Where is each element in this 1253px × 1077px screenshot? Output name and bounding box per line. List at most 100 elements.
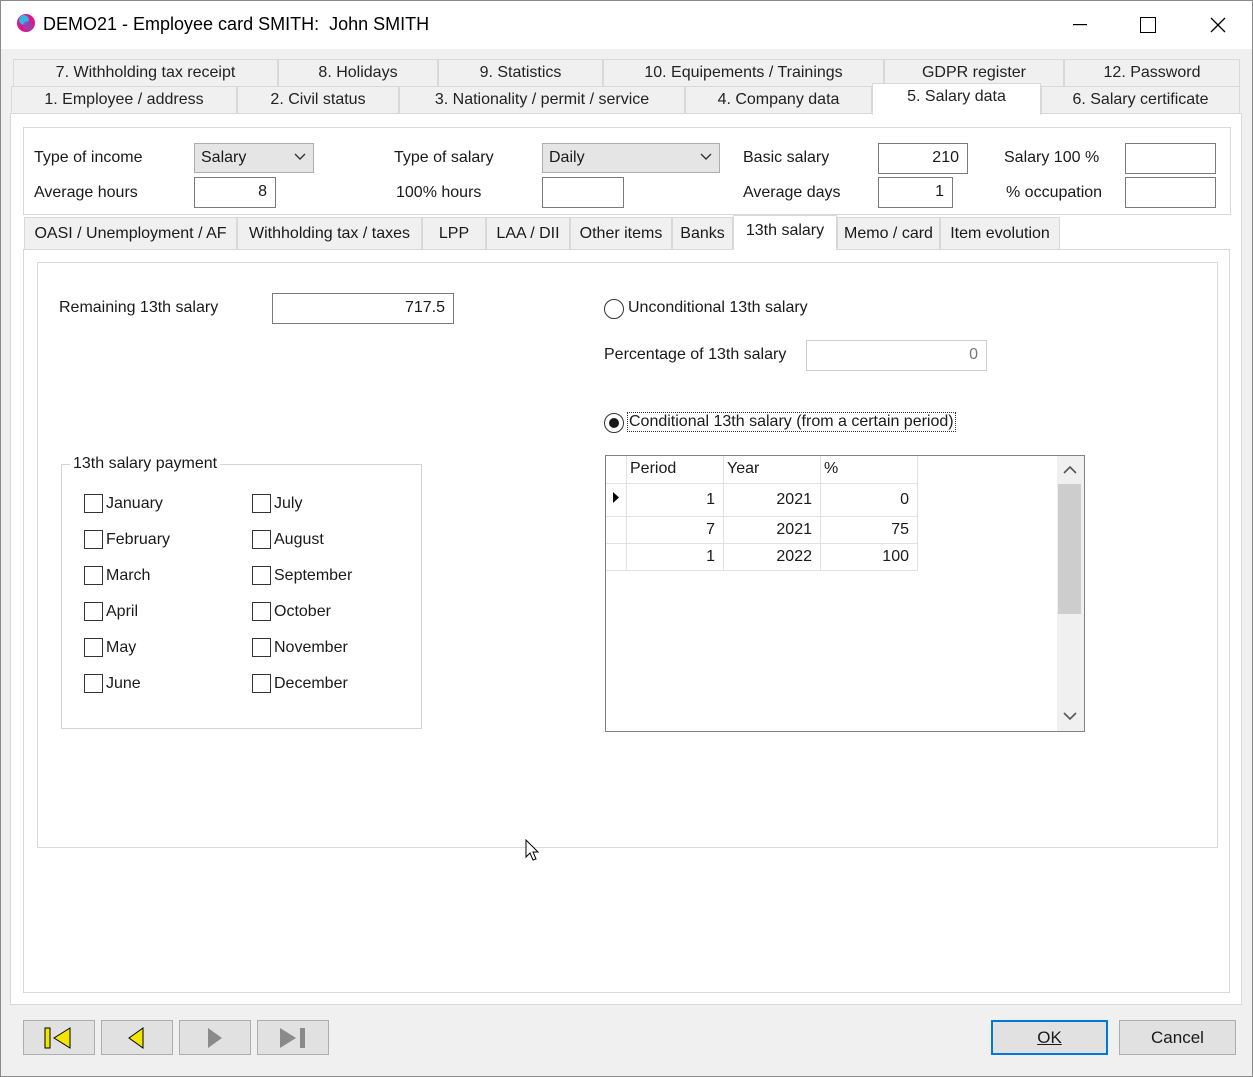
- next-record-button[interactable]: [179, 1020, 251, 1055]
- checkbox-box[interactable]: [252, 494, 271, 513]
- type-of-salary-select[interactable]: Daily: [542, 143, 720, 173]
- tab-equipements-trainings[interactable]: 10. Equipements / Trainings: [603, 59, 884, 86]
- column-year-header[interactable]: Year: [723, 456, 821, 484]
- subtab-laa-dii[interactable]: LAA / DII: [486, 217, 570, 249]
- type-of-income-value: Salary: [201, 149, 247, 166]
- chevron-down-icon: [294, 153, 306, 160]
- subtab-item-evolution[interactable]: Item evolution: [940, 217, 1060, 249]
- minimize-icon: [1073, 24, 1087, 26]
- checkbox-box[interactable]: [252, 674, 271, 693]
- tab-civil-status[interactable]: 2. Civil status: [237, 86, 399, 114]
- window-title: DEMO21 - Employee card SMITH: John SMITH: [43, 14, 430, 34]
- tab-employee-address[interactable]: 1. Employee / address: [11, 86, 237, 114]
- checkbox-box[interactable]: [252, 530, 271, 549]
- column-percent-header[interactable]: %: [820, 456, 918, 484]
- hours-100-field[interactable]: [542, 177, 624, 208]
- subtab-oasi-unemployment-af[interactable]: OASI / Unemployment / AF: [24, 217, 237, 249]
- checkbox-june[interactable]: June: [84, 674, 141, 693]
- tab-withholding-tax-receipt[interactable]: 7. Withholding tax receipt: [13, 59, 278, 86]
- checkbox-july[interactable]: July: [252, 494, 302, 513]
- tab-salary-certificate[interactable]: 6. Salary certificate: [1041, 86, 1240, 114]
- conditional-radio[interactable]: [604, 413, 624, 433]
- ok-button[interactable]: OK: [991, 1020, 1108, 1055]
- scrollbar-thumb[interactable]: [1058, 484, 1081, 614]
- unconditional-label[interactable]: Unconditional 13th salary: [628, 299, 808, 317]
- checkbox-may[interactable]: May: [84, 638, 136, 657]
- period-grid[interactable]: Period Year % 1 2021 0 7 2021 75 1 2022 …: [605, 455, 1085, 732]
- checkbox-box[interactable]: [84, 638, 103, 657]
- checkbox-box[interactable]: [84, 494, 103, 513]
- period-cell[interactable]: 7: [626, 516, 724, 544]
- minimize-button[interactable]: [1046, 1, 1114, 49]
- row-indicator: [606, 516, 627, 544]
- year-cell[interactable]: 2021: [723, 483, 821, 517]
- percent-cell[interactable]: 100: [820, 543, 918, 571]
- checkbox-box[interactable]: [84, 566, 103, 585]
- scroll-up-icon[interactable]: [1063, 464, 1077, 476]
- tab-company-data[interactable]: 4. Company data: [685, 86, 872, 114]
- tab-holidays[interactable]: 8. Holidays: [278, 59, 438, 86]
- conditional-label[interactable]: Conditional 13th salary (from a certain …: [627, 412, 956, 432]
- percent-cell[interactable]: 0: [820, 483, 918, 517]
- checkbox-box[interactable]: [252, 566, 271, 585]
- checkbox-december[interactable]: December: [252, 674, 348, 693]
- tab-password[interactable]: 12. Password: [1064, 59, 1240, 86]
- close-button[interactable]: [1184, 1, 1252, 49]
- checkbox-box[interactable]: [84, 674, 103, 693]
- subtab-withholding-tax-taxes[interactable]: Withholding tax / taxes: [237, 217, 422, 249]
- checkbox-april[interactable]: April: [84, 602, 138, 621]
- cancel-button[interactable]: Cancel: [1119, 1020, 1236, 1055]
- average-hours-field[interactable]: 8: [194, 177, 276, 208]
- checkbox-august[interactable]: August: [252, 530, 324, 549]
- type-of-income-label: Type of income: [34, 149, 143, 166]
- last-record-button[interactable]: [257, 1020, 329, 1055]
- scroll-down-icon[interactable]: [1063, 710, 1077, 722]
- tab-gdpr-register[interactable]: GDPR register: [884, 59, 1064, 86]
- unconditional-radio[interactable]: [604, 299, 624, 319]
- column-period-header[interactable]: Period: [626, 456, 724, 484]
- tab-statistics[interactable]: 9. Statistics: [438, 59, 603, 86]
- previous-record-button[interactable]: [101, 1020, 173, 1055]
- checkbox-box[interactable]: [84, 602, 103, 621]
- checkbox-february[interactable]: February: [84, 530, 170, 549]
- checkbox-box[interactable]: [252, 638, 271, 657]
- period-cell[interactable]: 1: [626, 543, 724, 571]
- year-cell[interactable]: 2022: [723, 543, 821, 571]
- percent-cell[interactable]: 75: [820, 516, 918, 544]
- first-record-icon: [44, 1026, 71, 1049]
- average-days-field[interactable]: 1: [878, 177, 953, 208]
- type-of-income-select[interactable]: Salary: [194, 143, 314, 173]
- remaining-13th-salary-field[interactable]: 717.5: [272, 293, 454, 324]
- first-record-button[interactable]: [23, 1020, 95, 1055]
- subtab-13th-salary[interactable]: 13th salary: [733, 215, 837, 250]
- period-table: Period Year % 1 2021 0 7 2021 75 1 2022 …: [606, 456, 918, 571]
- table-row[interactable]: 7 2021 75: [606, 516, 918, 544]
- previous-record-icon: [128, 1026, 144, 1049]
- basic-salary-label: Basic salary: [743, 149, 830, 166]
- checkbox-box[interactable]: [84, 530, 103, 549]
- checkbox-november[interactable]: November: [252, 638, 348, 657]
- salary-100-field[interactable]: [1125, 143, 1216, 174]
- period-cell[interactable]: 1: [626, 483, 724, 517]
- table-row[interactable]: 1 2022 100: [606, 543, 918, 571]
- maximize-button[interactable]: [1114, 1, 1182, 49]
- tab-salary-data[interactable]: 5. Salary data: [872, 83, 1041, 115]
- checkbox-box[interactable]: [252, 602, 271, 621]
- basic-salary-field[interactable]: 210: [878, 143, 968, 174]
- subtab-other-items[interactable]: Other items: [570, 217, 672, 249]
- checkbox-january[interactable]: January: [84, 494, 163, 513]
- checkbox-september[interactable]: September: [252, 566, 352, 585]
- table-row[interactable]: 1 2021 0: [606, 483, 918, 517]
- year-cell[interactable]: 2021: [723, 516, 821, 544]
- tab-nationality-permit-service[interactable]: 3. Nationality / permit / service: [399, 86, 685, 114]
- checkbox-october[interactable]: October: [252, 602, 331, 621]
- occupation-field[interactable]: [1125, 177, 1216, 208]
- subtab-memo-card[interactable]: Memo / card: [837, 217, 940, 249]
- subtab-lpp[interactable]: LPP: [422, 217, 486, 249]
- grid-vertical-scrollbar[interactable]: [1057, 456, 1084, 731]
- chevron-down-icon: [700, 153, 712, 160]
- checkbox-march[interactable]: March: [84, 566, 150, 585]
- subtab-banks[interactable]: Banks: [672, 217, 733, 249]
- table-header-row: Period Year %: [606, 456, 918, 484]
- row-indicator: [606, 543, 627, 571]
